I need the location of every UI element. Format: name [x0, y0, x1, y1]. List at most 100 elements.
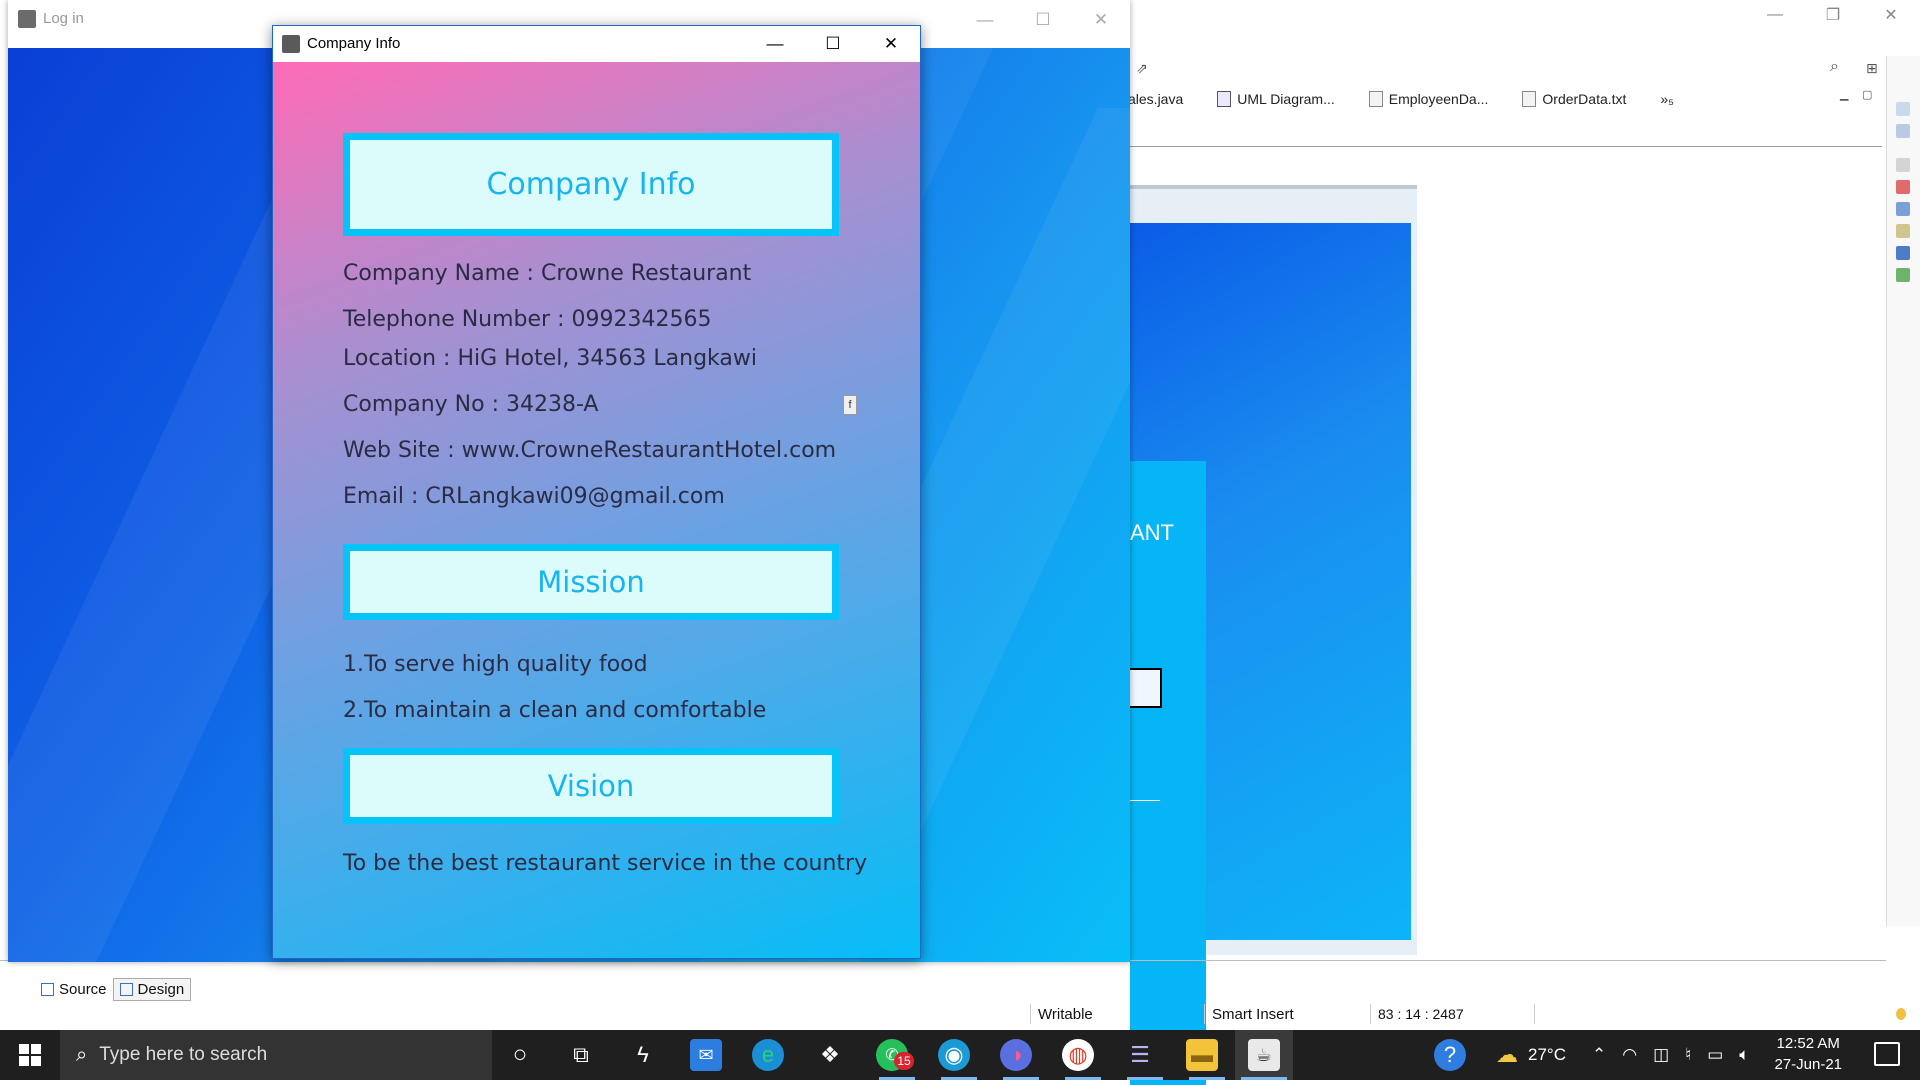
- design-icon: [119, 983, 133, 996]
- notifications-icon[interactable]: [1874, 1042, 1900, 1066]
- microphone-icon[interactable]: ♮: [1685, 1045, 1691, 1065]
- status-separator: [1030, 1004, 1031, 1024]
- browser-icon[interactable]: ◉: [938, 1039, 970, 1071]
- view-icon[interactable]: [1896, 158, 1910, 172]
- company-info-close-button[interactable]: ✕: [862, 26, 920, 62]
- start-button[interactable]: [0, 1030, 60, 1080]
- company-info-window-controls: — ☐ ✕: [746, 26, 920, 62]
- mission-item: 2.To maintain a clean and comfortable: [343, 698, 767, 723]
- system-tray: ⌃ ◠ ◫ ♮ ▭ 🔈︎: [1592, 1030, 1750, 1080]
- search-placeholder: Type here to search: [99, 1044, 268, 1065]
- company-info-minimize-button[interactable]: —: [746, 26, 804, 62]
- editor-minimize-icon[interactable]: ▁: [1840, 88, 1848, 101]
- company-info-titlebar[interactable]: Company Info — ☐ ✕: [273, 26, 920, 62]
- vision-header: Vision: [343, 748, 839, 824]
- ide-window-controls: — ❐ ✕: [1746, 0, 1920, 30]
- declaration-view-icon[interactable]: [1896, 224, 1910, 238]
- mission-item: 1.To serve high quality food: [343, 652, 648, 677]
- right-view-toolbar: [1886, 56, 1920, 1020]
- location-label: Location : HiG Hotel, 34563 Langkawi: [343, 346, 757, 371]
- editor-tab[interactable]: OrderData.txt: [1522, 91, 1626, 107]
- source-icon: [41, 983, 54, 996]
- messenger-icon[interactable]: ◑: [1000, 1039, 1032, 1071]
- more-tabs-button[interactable]: »₅: [1660, 91, 1673, 107]
- help-icon[interactable]: ?: [1434, 1039, 1466, 1071]
- frame-preview-panel: [1130, 461, 1206, 1085]
- design-canvas[interactable]: ANT: [1130, 185, 1417, 1085]
- volume-icon[interactable]: 🔈︎: [1739, 1045, 1749, 1065]
- company-info-maximize-button[interactable]: ☐: [804, 26, 862, 62]
- frame-preview-title-fragment: ANT: [1130, 520, 1174, 545]
- open-perspective-icon[interactable]: ⊞: [1866, 60, 1878, 77]
- ide-close-button[interactable]: ✕: [1862, 0, 1920, 30]
- company-info-window-title: Company Info: [307, 35, 401, 52]
- design-tab[interactable]: Design: [112, 978, 192, 1001]
- source-tab[interactable]: Source: [35, 978, 113, 1001]
- eclipse-icon[interactable]: ☰: [1124, 1039, 1156, 1071]
- company-info-header: Company Info: [343, 133, 839, 236]
- camera-icon[interactable]: ◫: [1653, 1045, 1669, 1065]
- whatsapp-badge: 15: [894, 1052, 914, 1070]
- search-icon[interactable]: ⌕: [1830, 58, 1839, 76]
- file-explorer-icon[interactable]: ▬: [1186, 1039, 1218, 1071]
- login-window-title: Log in: [43, 10, 84, 27]
- battery-icon[interactable]: ▭: [1707, 1045, 1723, 1065]
- canvas-ruler: [1130, 185, 1417, 189]
- javadoc-view-icon[interactable]: [1896, 202, 1910, 216]
- mail-icon[interactable]: ✉: [690, 1039, 722, 1071]
- java-app-icon: [18, 10, 36, 28]
- weather-widget[interactable]: ☁ 27°C: [1496, 1030, 1566, 1080]
- status-cursor-position: 83 : 14 : 2487: [1378, 1006, 1464, 1022]
- chrome-icon[interactable]: ◍: [1062, 1039, 1094, 1071]
- taskbar-search-box[interactable]: ⌕ Type here to search: [60, 1030, 492, 1080]
- small-button[interactable]: f: [843, 395, 857, 415]
- login-minimize-button[interactable]: —: [956, 0, 1014, 40]
- status-writable: Writable: [1038, 1006, 1093, 1023]
- show-hidden-icons-icon[interactable]: ⌃: [1592, 1045, 1606, 1065]
- clock-date: 27-Jun-21: [1774, 1056, 1842, 1073]
- source-design-switcher: Source Design: [35, 978, 192, 1001]
- outline-view-icon[interactable]: [1896, 102, 1910, 116]
- temperature-label: 27°C: [1528, 1045, 1566, 1064]
- editor-tab[interactable]: UML Diagram...: [1217, 91, 1335, 107]
- status-separator: [1370, 1004, 1371, 1024]
- ide-restore-button[interactable]: ❐: [1804, 0, 1862, 30]
- problems-view-icon[interactable]: [1896, 180, 1910, 194]
- email-label: Email : CRLangkawi09@gmail.com: [343, 484, 725, 509]
- login-window-controls: — ☐ ✕: [956, 0, 1130, 40]
- text-file-icon: [1522, 91, 1537, 107]
- edge-browser-icon[interactable]: e: [752, 1039, 784, 1071]
- dropbox-icon[interactable]: ❖: [814, 1039, 846, 1071]
- search-icon: ⌕: [76, 1043, 88, 1066]
- editor-maximize-icon[interactable]: ▢: [1862, 88, 1872, 101]
- eclipse-ide-icon[interactable]: ϟ: [627, 1039, 659, 1071]
- login-maximize-button[interactable]: ☐: [1014, 0, 1072, 40]
- clock[interactable]: 12:52 AM 27-Jun-21: [1774, 1033, 1842, 1075]
- hierarchy-view-icon[interactable]: [1896, 124, 1910, 138]
- wifi-icon[interactable]: ◠: [1622, 1045, 1637, 1065]
- clock-time: 12:52 AM: [1776, 1035, 1840, 1052]
- telephone-label: Telephone Number : 0992342565: [343, 307, 712, 332]
- editor-divider: [1130, 146, 1882, 147]
- editor-tab[interactable]: ales.java: [1128, 91, 1183, 107]
- login-close-button[interactable]: ✕: [1072, 0, 1130, 40]
- java-app-icon[interactable]: ☕: [1248, 1039, 1280, 1071]
- editor-tab[interactable]: EmployeenDa...: [1368, 91, 1488, 107]
- task-view-icon[interactable]: ⧉: [565, 1039, 597, 1071]
- status-insert-mode: Smart Insert: [1212, 1006, 1294, 1023]
- text-file-icon: [1368, 91, 1383, 107]
- company-info-window: Company Info — ☐ ✕ Company Info Company …: [272, 25, 921, 959]
- company-info-panel: Company Info Company Name : Crowne Resta…: [273, 62, 920, 958]
- mission-header: Mission: [343, 544, 839, 620]
- progress-view-icon[interactable]: [1896, 268, 1910, 282]
- status-separator: [1534, 1004, 1535, 1024]
- ide-minimize-button[interactable]: —: [1746, 0, 1804, 30]
- status-separator: [1204, 1004, 1205, 1024]
- console-view-icon[interactable]: [1896, 246, 1910, 260]
- company-number-label: Company No : 34238-A: [343, 392, 599, 417]
- open-external-icon[interactable]: ⇗: [1136, 60, 1148, 77]
- ide-toolbar: ⇗ ⌕ ⊞ J: [1130, 56, 1920, 82]
- cortana-icon[interactable]: ○: [504, 1039, 536, 1071]
- frame-preview-underline: [1130, 800, 1160, 801]
- selected-component[interactable]: [1130, 668, 1162, 708]
